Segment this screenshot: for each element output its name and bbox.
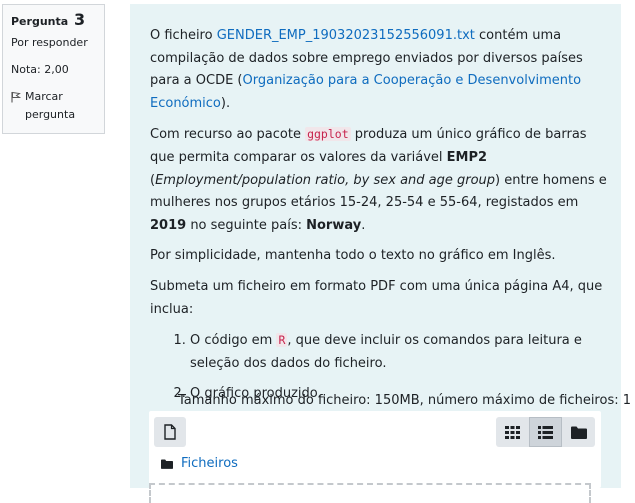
folder-icon xyxy=(161,459,173,470)
code-ggplot: ggplot xyxy=(305,127,351,142)
question-label: Pergunta xyxy=(11,15,69,28)
code-r: R xyxy=(276,333,288,348)
paragraph-language: Por simplicidade, mantenha todo o texto … xyxy=(150,248,556,264)
paragraph-file: O ficheiro GENDER_EMP_19032023152556091.… xyxy=(150,25,611,115)
flag-icon xyxy=(11,91,21,103)
paragraph-submit: Submeta um ficheiro em formato PDF com u… xyxy=(150,278,603,317)
question-number: Pergunta 3 xyxy=(11,10,96,29)
list-view-icon xyxy=(538,425,553,439)
folder-view-icon xyxy=(570,426,587,439)
file-drop-zone[interactable] xyxy=(149,483,591,503)
question-info-panel: Pergunta 3 Por responder Nota: 2,00 Marc… xyxy=(2,4,105,134)
file-add-icon xyxy=(164,424,176,440)
grid-view-button[interactable] xyxy=(496,417,529,447)
list-item: O código em R, que deve incluir os coman… xyxy=(190,329,611,375)
file-manager: Ficheiros xyxy=(149,411,601,503)
text: O ficheiro xyxy=(150,28,217,43)
text: O código em xyxy=(190,333,277,349)
paragraph-task: Com recurso ao pacote ggplot produza um … xyxy=(150,123,611,237)
flag-question-label: Marcar pergunta xyxy=(25,90,76,121)
add-file-button[interactable] xyxy=(154,417,186,447)
text: Com recurso ao pacote xyxy=(150,127,306,143)
text: . xyxy=(361,217,366,233)
text: no seguinte país: xyxy=(186,217,307,233)
grid-view-icon xyxy=(505,425,520,439)
country: Norway xyxy=(306,217,362,233)
question-number-value: 3 xyxy=(74,10,86,29)
variable-description: Employment/population ratio, by sex and … xyxy=(155,172,496,188)
file-path: Ficheiros xyxy=(161,453,238,476)
files-root-link[interactable]: Ficheiros xyxy=(181,453,238,476)
view-switcher xyxy=(496,417,595,447)
text: ). xyxy=(220,95,231,111)
question-status: Por responder xyxy=(11,36,88,49)
variable-name: EMP2 xyxy=(446,149,488,165)
data-file-link[interactable]: GENDER_EMP_19032023152556091.txt xyxy=(217,28,475,43)
file-limits: Tamanho máximo do ficheiro: 150MB, númer… xyxy=(178,393,632,408)
question-content: O ficheiro GENDER_EMP_19032023152556091.… xyxy=(130,4,631,503)
question-grade: Nota: 2,00 xyxy=(11,63,69,76)
flag-question-link[interactable]: Marcar pergunta xyxy=(11,90,96,124)
tree-view-button[interactable] xyxy=(562,417,595,447)
list-view-button[interactable] xyxy=(529,417,562,447)
year: 2019 xyxy=(150,217,187,233)
